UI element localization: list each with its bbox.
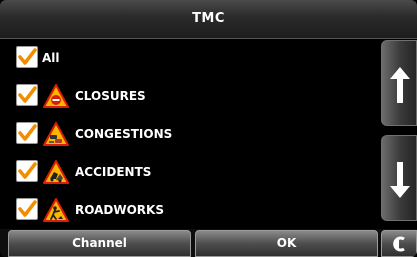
channel-button[interactable]: Channel: [8, 230, 191, 257]
congestion-warning-icon: [43, 122, 69, 146]
checkbox-accidents[interactable]: [16, 160, 38, 182]
checkmark-icon: [18, 162, 37, 179]
list-item-label: CLOSURES: [75, 89, 146, 103]
ok-button[interactable]: OK: [195, 230, 378, 257]
list-item-label: ROADWORKS: [75, 203, 164, 217]
list-item-label: ACCIDENTS: [75, 165, 152, 179]
title-bar: TMC: [0, 0, 417, 39]
scroll-up-button[interactable]: [381, 40, 417, 126]
checkbox-closures[interactable]: [16, 84, 38, 106]
accident-warning-icon: [43, 160, 69, 184]
list-item-roadworks[interactable]: ROADWORKS: [8, 194, 372, 226]
arrow-up-icon: [390, 67, 410, 103]
checkmark-icon: [18, 86, 37, 103]
list-item-closures[interactable]: CLOSURES: [8, 80, 372, 112]
list-item-accidents[interactable]: ACCIDENTS: [8, 156, 372, 188]
tmc-filter-list: All CLOSURES CONGESTIONS ACCIDENTS ROADW…: [8, 42, 372, 226]
scroll-down-button[interactable]: [381, 135, 417, 221]
checkbox-congestions[interactable]: [16, 122, 38, 144]
list-item-all[interactable]: All: [8, 42, 372, 74]
checkmark-icon: [18, 124, 37, 141]
bottom-bar: Channel OK: [0, 229, 417, 257]
list-item-congestions[interactable]: CONGESTIONS: [8, 118, 372, 150]
back-button[interactable]: [381, 230, 417, 257]
page-title: TMC: [192, 11, 225, 26]
list-item-label: All: [42, 51, 60, 65]
checkmark-icon: [18, 48, 37, 65]
list-item-label: CONGESTIONS: [75, 127, 173, 141]
checkbox-all[interactable]: [16, 46, 38, 68]
back-icon: [393, 236, 405, 252]
tmc-screen: TMC All CLOSURES CONGESTIONS ACCIDENTS R…: [0, 0, 417, 257]
checkmark-icon: [18, 200, 37, 217]
closure-warning-icon: [43, 84, 69, 108]
checkbox-roadworks[interactable]: [16, 198, 38, 220]
arrow-down-icon: [390, 162, 410, 198]
roadworks-warning-icon: [43, 198, 69, 222]
